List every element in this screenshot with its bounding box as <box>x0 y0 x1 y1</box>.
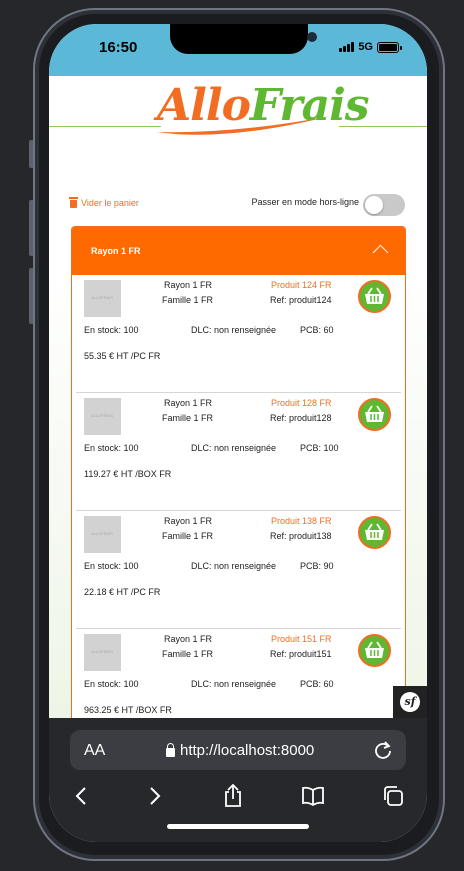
status-bar: 16:50 5G <box>49 24 427 76</box>
text-size-button[interactable]: AA <box>84 742 105 760</box>
share-icon <box>225 784 241 807</box>
product-card[interactable]: ALLOFRAIS Rayon 1 FR Famille 1 FR Produi… <box>76 393 401 511</box>
product-dlc: DLC: non renseignée <box>191 561 277 571</box>
camera-icon <box>307 32 317 42</box>
add-to-basket-button[interactable] <box>358 398 391 431</box>
product-thumbnail: ALLOFRAIS <box>84 280 121 317</box>
status-indicators: 5G <box>339 41 402 53</box>
address-bar[interactable]: AA http://localhost:8000 <box>70 730 406 770</box>
basket-icon <box>365 287 384 304</box>
product-famille: Famille 1 FR <box>162 649 214 659</box>
accordion-title: Rayon 1 FR <box>91 246 141 256</box>
symfony-toolbar-button[interactable]: sf <box>393 686 427 718</box>
product-ref: Ref: produit128 <box>270 413 332 423</box>
product-name: Produit 128 FR <box>271 398 332 408</box>
product-dlc: DLC: non renseignée <box>191 443 277 453</box>
product-ref: Ref: produit138 <box>270 531 332 541</box>
chevron-left-icon <box>75 787 86 805</box>
battery-icon <box>377 41 402 53</box>
tabs-icon <box>384 786 403 806</box>
back-button[interactable] <box>67 782 95 810</box>
header-divider-left <box>49 126 161 127</box>
add-to-basket-button[interactable] <box>358 516 391 549</box>
browser-chrome: AA http://localhost:8000 <box>49 718 427 842</box>
reload-icon[interactable] <box>372 739 394 761</box>
product-pcb: PCB: 100 <box>300 443 339 453</box>
header: AlloFrais <box>49 76 427 180</box>
basket-icon <box>365 523 384 540</box>
url-text: http://localhost:8000 <box>180 742 315 759</box>
url-display[interactable]: http://localhost:8000 <box>166 742 314 759</box>
web-content[interactable]: AlloFrais Vider le panier Passer en mode… <box>49 76 427 718</box>
network-type: 5G <box>358 41 373 53</box>
product-name: Produit 151 FR <box>271 634 332 644</box>
product-rayon: Rayon 1 FR <box>164 634 213 644</box>
add-to-basket-button[interactable] <box>358 634 391 667</box>
clear-cart-label: Vider le panier <box>81 197 139 208</box>
share-button[interactable] <box>219 782 247 810</box>
chevron-right-icon <box>150 787 161 805</box>
product-pcb: PCB: 60 <box>300 679 334 689</box>
rayon-accordion: Rayon 1 FR ALLOFRAIS Rayon 1 FR Famille … <box>71 226 406 718</box>
trash-icon <box>69 197 78 208</box>
product-price: 963.25 € HT /BOX FR <box>84 705 172 715</box>
product-rayon: Rayon 1 FR <box>164 516 213 526</box>
dynamic-island <box>170 24 317 54</box>
tabs-button[interactable] <box>379 782 407 810</box>
logo[interactable]: AlloFrais <box>157 80 370 131</box>
product-stock: En stock: 100 <box>84 325 139 335</box>
product-stock: En stock: 100 <box>84 561 139 571</box>
product-rayon: Rayon 1 FR <box>164 280 213 290</box>
product-name: Produit 124 FR <box>271 280 332 290</box>
product-pcb: PCB: 60 <box>300 325 334 335</box>
accordion-header[interactable]: Rayon 1 FR <box>72 227 405 275</box>
product-price: 55.35 € HT /PC FR <box>84 351 161 361</box>
product-card[interactable]: ALLOFRAIS Rayon 1 FR Famille 1 FR Produi… <box>76 629 401 718</box>
bookmarks-button[interactable] <box>299 782 327 810</box>
lock-icon <box>166 742 175 757</box>
product-thumbnail: ALLOFRAIS <box>84 516 121 553</box>
add-to-basket-button[interactable] <box>358 280 391 313</box>
product-thumbnail: ALLOFRAIS <box>84 634 121 671</box>
offline-mode-label: Passer en mode hors-ligne <box>251 197 359 207</box>
product-card[interactable]: ALLOFRAIS Rayon 1 FR Famille 1 FR Produi… <box>76 275 401 393</box>
product-thumbnail: ALLOFRAIS <box>84 398 121 435</box>
toggle-knob <box>365 196 383 214</box>
product-dlc: DLC: non renseignée <box>191 325 277 335</box>
signal-icon <box>339 42 355 52</box>
product-price: 22.18 € HT /PC FR <box>84 587 161 597</box>
product-famille: Famille 1 FR <box>162 531 214 541</box>
product-stock: En stock: 100 <box>84 443 139 453</box>
product-famille: Famille 1 FR <box>162 295 214 305</box>
symfony-icon: sf <box>400 692 420 712</box>
logo-text-allo: Allo <box>157 80 251 131</box>
cart-toolbar: Vider le panier Passer en mode hors-lign… <box>69 194 405 218</box>
product-ref: Ref: produit151 <box>270 649 332 659</box>
phone-screen: 16:50 5G AlloFrais Vider le panier Passe… <box>49 24 427 842</box>
logo-text-frais: Frais <box>249 80 370 131</box>
forward-button[interactable] <box>141 782 169 810</box>
product-dlc: DLC: non renseignée <box>191 679 277 689</box>
status-time: 16:50 <box>99 39 138 56</box>
book-icon <box>302 786 324 806</box>
browser-toolbar <box>49 782 427 810</box>
product-rayon: Rayon 1 FR <box>164 398 213 408</box>
product-stock: En stock: 100 <box>84 679 139 689</box>
product-ref: Ref: produit124 <box>270 295 332 305</box>
product-famille: Famille 1 FR <box>162 413 214 423</box>
product-list: ALLOFRAIS Rayon 1 FR Famille 1 FR Produi… <box>72 275 405 718</box>
basket-icon <box>365 641 384 658</box>
chevron-up-icon <box>372 244 389 261</box>
clear-cart-button[interactable]: Vider le panier <box>69 197 139 208</box>
product-card[interactable]: ALLOFRAIS Rayon 1 FR Famille 1 FR Produi… <box>76 511 401 629</box>
product-name: Produit 138 FR <box>271 516 332 526</box>
basket-icon <box>365 405 384 422</box>
product-pcb: PCB: 90 <box>300 561 334 571</box>
home-indicator <box>167 824 309 829</box>
offline-mode-toggle[interactable] <box>363 194 405 216</box>
product-price: 119.27 € HT /BOX FR <box>84 469 172 479</box>
